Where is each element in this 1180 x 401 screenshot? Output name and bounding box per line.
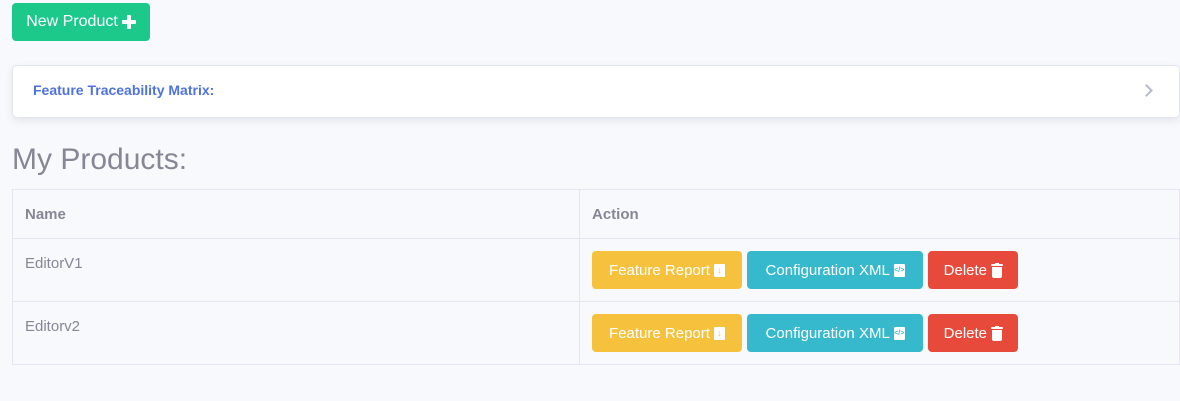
action-cell: Feature Report ↓ Configuration XML </> D… (579, 238, 1180, 302)
file-code-icon: </> (893, 263, 905, 277)
action-cell: Feature Report ↓ Configuration XML </> D… (579, 301, 1180, 365)
new-product-button[interactable]: New Product (12, 3, 150, 41)
column-header-name: Name (12, 189, 580, 239)
configuration-xml-label: Configuration XML (765, 324, 890, 342)
file-download-icon: ↓ (713, 326, 725, 340)
plus-icon (121, 15, 136, 29)
table-row: Editorv2 Feature Report ↓ Configuration … (12, 301, 1180, 365)
feature-report-button[interactable]: Feature Report ↓ (592, 251, 742, 289)
feature-traceability-card[interactable]: Feature Traceability Matrix: (12, 65, 1180, 118)
table-header-row: Name Action (12, 189, 1180, 239)
product-name: EditorV1 (12, 238, 580, 302)
configuration-xml-button[interactable]: Configuration XML </> (747, 251, 924, 289)
page-title: My Products: (12, 143, 188, 176)
chevron-right-icon[interactable] (1140, 84, 1153, 97)
feature-report-label: Feature Report (609, 324, 710, 342)
table-row: EditorV1 Feature Report ↓ Configuration … (12, 238, 1180, 302)
trash-icon (991, 262, 1004, 278)
file-code-icon: </> (893, 326, 905, 340)
card-title: Feature Traceability Matrix: (33, 82, 215, 98)
delete-button[interactable]: Delete (928, 251, 1019, 289)
feature-report-label: Feature Report (609, 261, 710, 279)
trash-icon (991, 325, 1004, 341)
new-product-label: New Product (26, 13, 118, 30)
delete-label: Delete (943, 324, 988, 342)
product-name: Editorv2 (12, 301, 580, 365)
delete-button[interactable]: Delete (928, 314, 1019, 352)
configuration-xml-button[interactable]: Configuration XML </> (747, 314, 924, 352)
products-table: Name Action EditorV1 Feature Report ↓ Co… (12, 189, 1180, 365)
configuration-xml-label: Configuration XML (765, 261, 890, 279)
feature-report-button[interactable]: Feature Report ↓ (592, 314, 742, 352)
file-download-icon: ↓ (713, 263, 725, 277)
delete-label: Delete (943, 261, 988, 279)
column-header-action: Action (579, 189, 1180, 239)
